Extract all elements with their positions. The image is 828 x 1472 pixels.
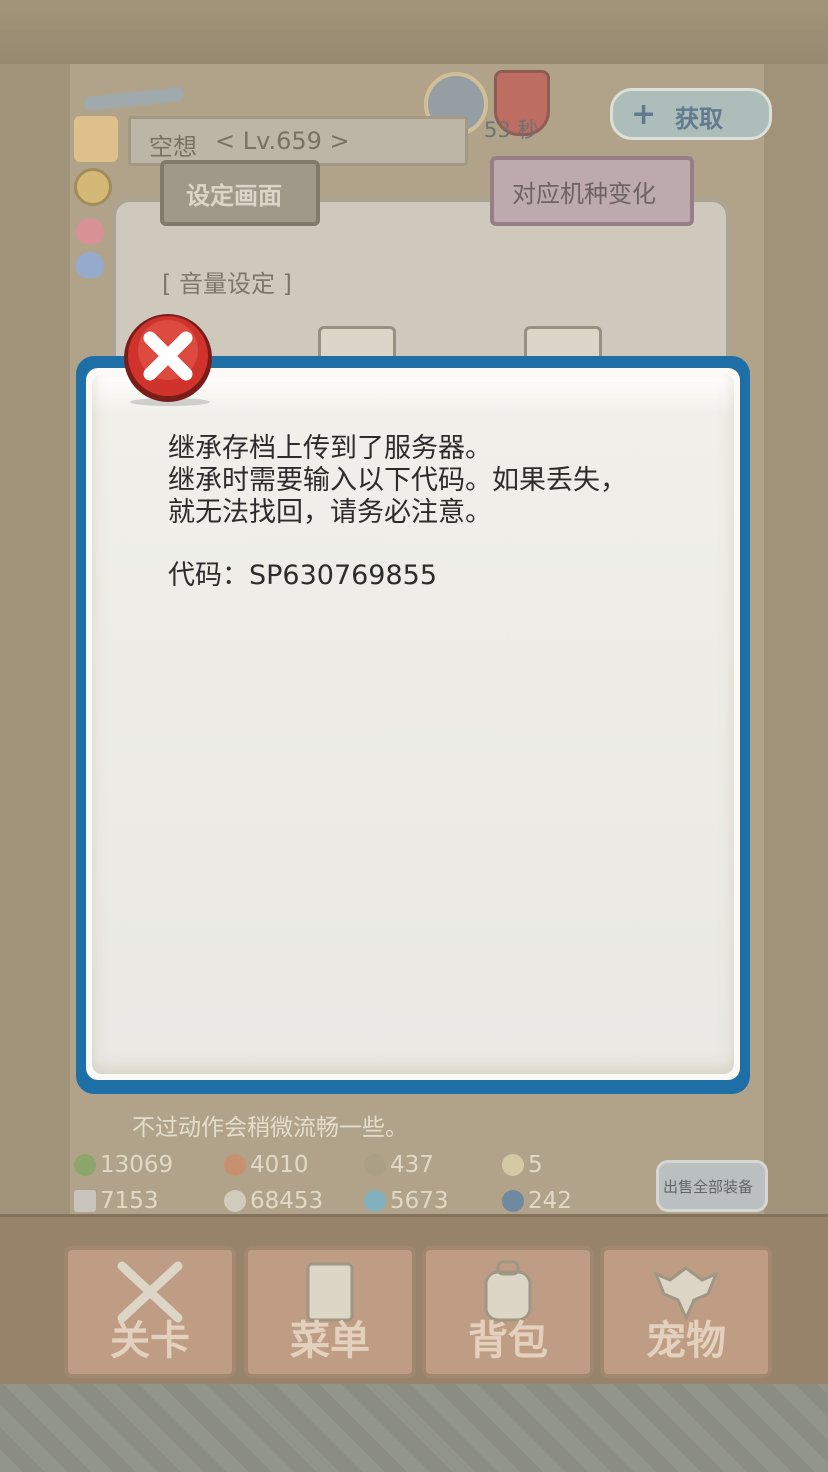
close-icon[interactable] [120, 310, 216, 406]
dialog-code-text: 代码：SP630769855 [168, 560, 438, 591]
dialog-message-line-3: 就无法找回，请务必注意。 [168, 497, 492, 528]
